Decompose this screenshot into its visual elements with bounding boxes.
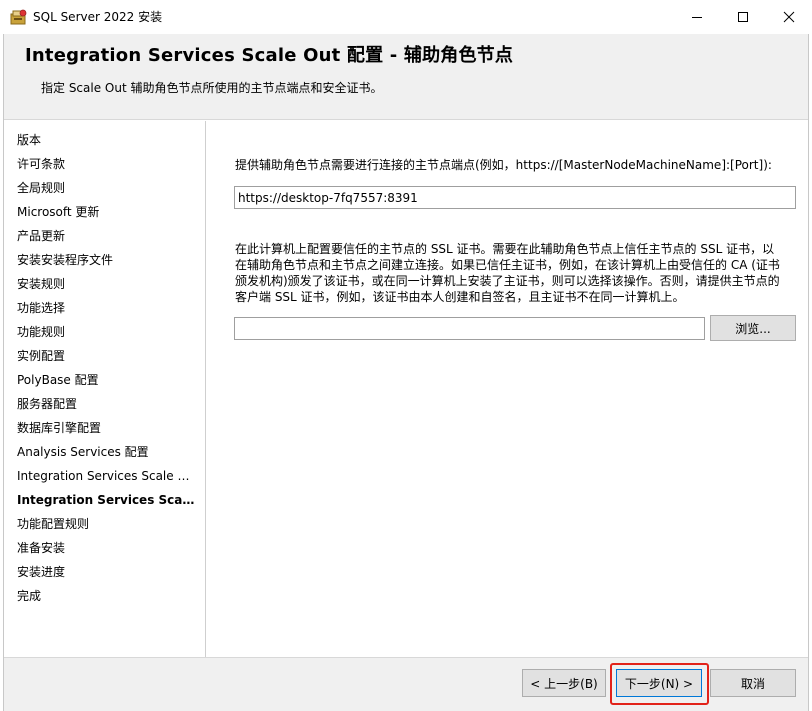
nav-item-polybase-configuration[interactable]: PolyBase 配置 [17,372,195,388]
nav-item-feature-rules[interactable]: 功能规则 [17,324,195,340]
sql-server-setup-icon [10,9,28,25]
master-endpoint-label: 提供辅助角色节点需要进行连接的主节点端点(例如，https://[MasterN… [235,158,772,172]
certificate-description: 在此计算机上配置要信任的主节点的 SSL 证书。需要在此辅助角色节点上信任主节点… [235,242,780,304]
nav-item-ready-to-install[interactable]: 准备安装 [17,540,195,556]
minimize-icon [692,17,702,18]
master-endpoint-input[interactable] [234,186,796,209]
nav-item-license-terms[interactable]: 许可条款 [17,156,195,172]
cancel-button[interactable]: 取消 [710,669,796,697]
maximize-button[interactable] [720,0,766,34]
nav-item-ssis-scale-out-worker[interactable]: Integration Services Scale ... [17,492,195,508]
nav-item-instance-configuration[interactable]: 实例配置 [17,348,195,364]
nav-item-feature-configuration-rules[interactable]: 功能配置规则 [17,516,195,532]
back-button[interactable]: < 上一步(B) [522,669,606,697]
nav-item-ssis-scale-out-master[interactable]: Integration Services Scale O... [17,468,195,484]
step-navigation: 版本 许可条款 全局规则 Microsoft 更新 产品更新 安装安装程序文件 … [4,121,206,657]
nav-item-product-updates[interactable]: 产品更新 [17,228,195,244]
page-header: Integration Services Scale Out 配置 - 辅助角色… [4,34,808,120]
maximize-icon [738,12,748,22]
nav-item-feature-selection[interactable]: 功能选择 [17,300,195,316]
nav-item-server-configuration[interactable]: 服务器配置 [17,396,195,412]
nav-item-complete[interactable]: 完成 [17,588,195,604]
nav-item-edition[interactable]: 版本 [17,132,195,148]
window-right-border [808,34,809,711]
nav-item-database-engine-configuration[interactable]: 数据库引擎配置 [17,420,195,436]
window-title: SQL Server 2022 安装 [33,10,163,24]
main-content: 提供辅助角色节点需要进行连接的主节点端点(例如，https://[MasterN… [207,121,808,657]
next-button[interactable]: 下一步(N) > [616,669,702,697]
nav-item-microsoft-update[interactable]: Microsoft 更新 [17,204,195,220]
page-title: Integration Services Scale Out 配置 - 辅助角色… [25,45,514,66]
minimize-button[interactable] [674,0,720,34]
browse-button[interactable]: 浏览... [710,315,796,341]
nav-item-analysis-services-configuration[interactable]: Analysis Services 配置 [17,444,195,460]
nav-item-global-rules[interactable]: 全局规则 [17,180,195,196]
title-bar: SQL Server 2022 安装 [0,0,812,34]
nav-item-installation-progress[interactable]: 安装进度 [17,564,195,580]
page-description: 指定 Scale Out 辅助角色节点所使用的主节点端点和安全证书。 [41,81,383,95]
close-button[interactable] [766,0,812,34]
close-icon [783,11,795,23]
nav-item-install-rules[interactable]: 安装规则 [17,276,195,292]
certificate-path-input[interactable] [234,317,705,340]
nav-item-install-setup-files[interactable]: 安装安装程序文件 [17,252,195,268]
wizard-footer: < 上一步(B) 下一步(N) > 取消 [4,657,808,711]
